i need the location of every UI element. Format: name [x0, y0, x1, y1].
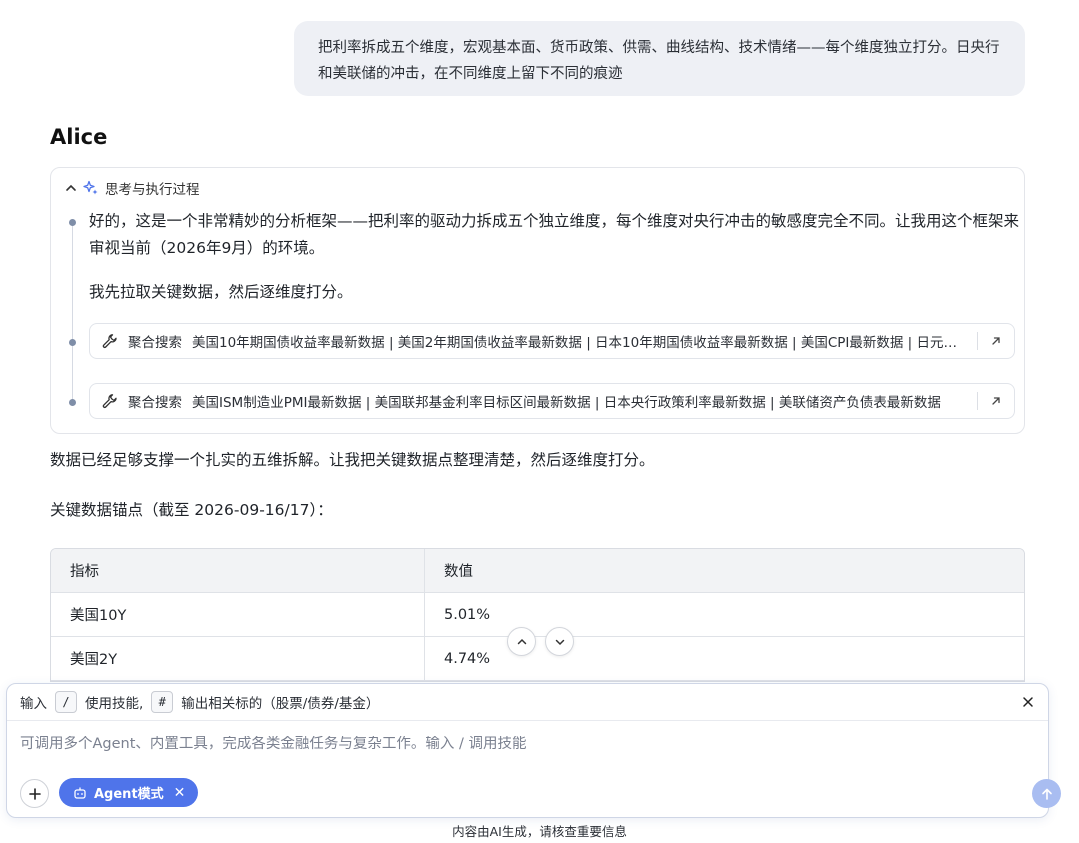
tool-call-card[interactable]: 聚合搜索 美国ISM制造业PMI最新数据 | 美国联邦基金利率目标区间最新数据 … [89, 383, 1015, 419]
table-header-cell: 数值 [425, 549, 1024, 593]
hint-text: 输入 [20, 696, 47, 712]
plus-icon [28, 787, 41, 800]
sparkle-icon [83, 180, 98, 195]
data-table: 指标 数值 美国10Y 5.01% 美国2Y 4.74% [50, 548, 1025, 682]
timeline-dot [69, 399, 76, 406]
tool-name: 聚合搜索 [128, 335, 182, 351]
timeline-line [72, 220, 73, 402]
composer: 输入 / 使用技能, # 输出相关标的（股票/债券/基金） Agent模式 ✕ [6, 683, 1061, 818]
user-message-bubble: 把利率拆成五个维度，宏观基本面、货币政策、供需、曲线结构、技术情绪——每个维度独… [294, 21, 1025, 96]
agent-mode-label: Agent模式 [94, 787, 164, 802]
hint-text: 使用技能, [85, 696, 144, 712]
table-header-row: 指标 数值 [51, 549, 1024, 593]
thinking-title: 思考与执行过程 [105, 182, 200, 198]
table-row: 美国10Y 5.01% [51, 593, 1024, 637]
timeline-dot [69, 219, 76, 226]
table-header-cell: 指标 [51, 549, 425, 593]
ai-disclaimer: 内容由AI生成，请核查重要信息 [452, 824, 627, 839]
hint-text: 输出相关标的（股票/债券/基金） [181, 696, 380, 712]
thinking-text: 好的，这是一个非常精妙的分析框架——把利率的驱动力拆成五个独立维度，每个维度对央… [89, 212, 1020, 257]
table-row: 美国2Y 4.74% [51, 637, 1024, 681]
chevron-down-icon [555, 639, 564, 645]
tool-call-card[interactable]: 聚合搜索 美国10年期国债收益率最新数据 | 美国2年期国债收益率最新数据 | … [89, 323, 1015, 359]
thinking-panel: 思考与执行过程 好的，这是一个非常精妙的分析框架——把利率的驱动力拆成五个独立维… [50, 167, 1025, 434]
timeline-dot [69, 339, 76, 346]
wrench-icon [102, 334, 117, 349]
chevron-up-icon [517, 638, 526, 644]
agent-mode-chip[interactable]: Agent模式 ✕ [59, 778, 198, 807]
add-attachment-button[interactable] [20, 779, 49, 808]
scroll-up-button[interactable] [507, 627, 536, 656]
message-input[interactable] [20, 736, 1020, 752]
chevron-up-icon [66, 184, 76, 191]
tool-query: 美国10年期国债收益率最新数据 | 美国2年期国债收益率最新数据 | 日本10年… [192, 335, 977, 351]
table-cell: 美国10Y [51, 593, 425, 637]
open-external-icon[interactable] [978, 384, 1014, 418]
composer-hint-bar: 输入 / 使用技能, # 输出相关标的（股票/债券/基金） [7, 684, 1048, 721]
arrow-up-icon [1041, 788, 1052, 800]
tool-query: 美国ISM制造业PMI最新数据 | 美国联邦基金利率目标区间最新数据 | 日本央… [192, 395, 941, 411]
response-paragraph: 关键数据锚点（截至 2026-09-16/17）： [50, 501, 333, 519]
thinking-text: 我先拉取关键数据，然后逐维度打分。 [89, 283, 353, 301]
open-external-icon[interactable] [978, 324, 1014, 358]
robot-icon [74, 787, 86, 799]
close-icon[interactable] [1020, 694, 1036, 710]
scroll-down-button[interactable] [545, 627, 574, 656]
tool-name: 聚合搜索 [128, 395, 182, 411]
user-message-text: 把利率拆成五个维度，宏观基本面、货币政策、供需、曲线结构、技术情绪——每个维度独… [318, 40, 1000, 82]
send-button[interactable] [1032, 779, 1061, 808]
slash-key: / [55, 691, 77, 713]
hash-key: # [151, 691, 174, 713]
remove-mode-icon[interactable]: ✕ [174, 785, 186, 801]
table-cell: 美国2Y [51, 637, 425, 681]
response-paragraph: 数据已经足够支撑一个扎实的五维拆解。让我把关键数据点整理清楚，然后逐维度打分。 [50, 451, 655, 469]
wrench-icon [102, 394, 117, 409]
agent-name: Alice [50, 125, 108, 149]
thinking-toggle[interactable]: 思考与执行过程 [65, 178, 200, 198]
